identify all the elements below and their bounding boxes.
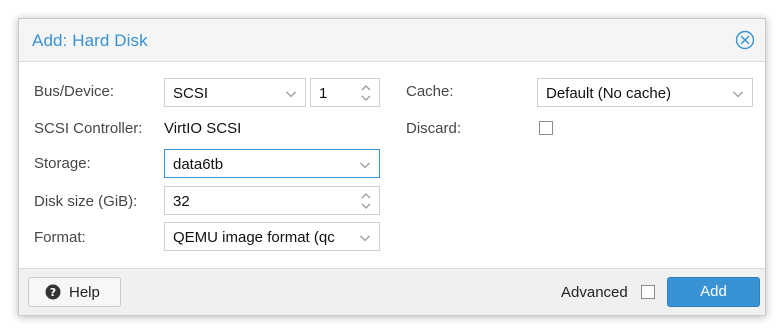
add-hard-disk-dialog: Add: Hard Disk Bus/Device: SCSI 1 SCSI C… <box>18 18 766 316</box>
add-button[interactable]: Add <box>667 277 760 307</box>
scsi-controller-label: SCSI Controller: <box>34 120 143 137</box>
spinner-arrows-icon[interactable] <box>360 191 372 211</box>
cache-label: Cache: <box>406 83 454 100</box>
storage-label: Storage: <box>34 155 91 172</box>
help-button-label: Help <box>69 284 100 301</box>
dialog-title: Add: Hard Disk <box>32 31 148 50</box>
format-select-value: QEMU image format (qc <box>173 229 335 246</box>
disk-size-value: 32 <box>173 193 190 210</box>
cache-select[interactable]: Default (No cache) <box>537 78 753 107</box>
chevron-down-icon <box>732 87 744 99</box>
discard-checkbox[interactable] <box>539 121 553 135</box>
storage-select-value: data6tb <box>173 156 224 173</box>
advanced-checkbox[interactable] <box>641 285 655 299</box>
bus-select[interactable]: SCSI <box>164 78 306 107</box>
bus-device-label: Bus/Device: <box>34 83 115 100</box>
question-circle-icon: ? <box>45 284 61 300</box>
scsi-controller-value: VirtIO SCSI <box>164 120 242 137</box>
chevron-down-icon <box>285 87 297 99</box>
discard-label: Discard: <box>406 120 462 137</box>
bus-select-value: SCSI <box>173 85 209 102</box>
dialog-footer: ? Help Advanced Add <box>19 268 765 315</box>
disk-size-spinner[interactable]: 32 <box>164 186 380 215</box>
chevron-down-icon <box>359 158 371 170</box>
storage-select[interactable]: data6tb <box>164 149 380 178</box>
disk-size-label: Disk size (GiB): <box>34 193 138 210</box>
cache-select-value: Default (No cache) <box>546 85 672 102</box>
help-button[interactable]: ? Help <box>28 277 121 307</box>
chevron-down-icon <box>359 231 371 243</box>
dialog-header: Add: Hard Disk <box>19 19 765 62</box>
svg-text:?: ? <box>50 286 56 299</box>
format-label: Format: <box>34 229 86 246</box>
device-number-value: 1 <box>319 85 328 102</box>
advanced-label: Advanced <box>561 284 628 301</box>
spinner-arrows-icon[interactable] <box>360 83 372 103</box>
close-icon[interactable] <box>735 30 755 50</box>
device-number-spinner[interactable]: 1 <box>310 78 380 107</box>
format-select[interactable]: QEMU image format (qc <box>164 222 380 251</box>
